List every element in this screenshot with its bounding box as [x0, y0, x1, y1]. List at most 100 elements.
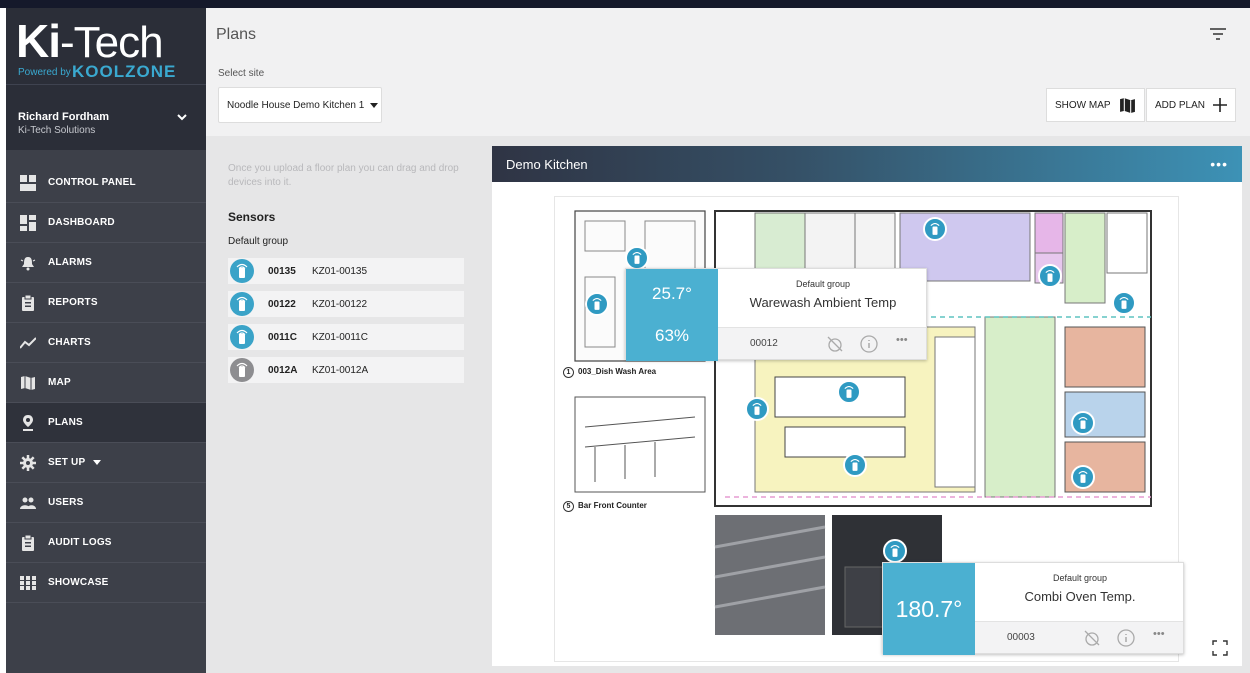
- sidebar-item-plans[interactable]: PLANS: [6, 403, 206, 443]
- sidebar-nav: CONTROL PANEL DASHBOARD ALARMS REPORTS C…: [6, 163, 206, 603]
- sidebar-item-label: SET UP: [48, 457, 86, 468]
- plan-main: Demo Kitchen ••• 1 003_Dish Wash Area 5 …: [478, 136, 1250, 673]
- sensor-pin[interactable]: [1071, 465, 1095, 489]
- page-title: Plans: [216, 26, 257, 43]
- chevron-down-icon[interactable]: [176, 111, 188, 123]
- sensor-pin[interactable]: [1038, 264, 1062, 288]
- popup-sensor-name: Warewash Ambient Temp: [749, 295, 897, 310]
- area-label: 5 Bar Front Counter: [563, 501, 647, 512]
- plan-card-header: Demo Kitchen •••: [492, 146, 1242, 182]
- show-map-button[interactable]: SHOW MAP: [1046, 88, 1145, 122]
- popup-group: Default group: [795, 279, 851, 289]
- popup-sensor-name: Combi Oven Temp.: [1024, 589, 1136, 604]
- sidebar-item-users[interactable]: USERS: [6, 483, 206, 523]
- sidebar-item-label: USERS: [48, 497, 84, 508]
- sensor-icon: [230, 259, 254, 283]
- sidebar-item-alarms[interactable]: ALARMS: [6, 243, 206, 283]
- popup-humidity: 63%: [654, 326, 690, 345]
- sensor-panel: Once you upload a floor plan you can dra…: [206, 136, 478, 673]
- alarm-off-icon[interactable]: [826, 335, 844, 353]
- sidebar-item-label: ALARMS: [48, 257, 92, 268]
- more-options-icon[interactable]: •••: [1210, 156, 1228, 172]
- site-select-label: Select site: [218, 68, 265, 79]
- sensor-icon: [230, 325, 254, 349]
- sidebar-item-dashboard[interactable]: DASHBOARD: [6, 203, 206, 243]
- sidebar-item-charts[interactable]: CHARTS: [6, 323, 206, 363]
- sensor-offline-icon: [230, 358, 254, 382]
- sensor-pin[interactable]: [837, 380, 861, 404]
- more-options-icon[interactable]: •••: [896, 334, 908, 346]
- sensor-row[interactable]: 0012A KZ01-0012A: [228, 357, 464, 383]
- fullscreen-icon[interactable]: [1212, 640, 1228, 656]
- upload-hint: Once you upload a floor plan you can dra…: [228, 163, 459, 188]
- logo-light-text: -Tech: [60, 18, 164, 67]
- caret-down-icon: [93, 460, 102, 465]
- sidebar-item-map[interactable]: MAP: [6, 363, 206, 403]
- control-panel-icon: [20, 174, 36, 191]
- clipboard-icon: [22, 534, 34, 551]
- sidebar-item-label: MAP: [48, 377, 71, 388]
- map-icon: [1119, 97, 1135, 113]
- filter-icon[interactable]: [1208, 26, 1228, 42]
- sensor-pin[interactable]: [585, 292, 609, 316]
- sensor-pin[interactable]: [625, 246, 649, 270]
- info-icon[interactable]: [860, 335, 878, 353]
- clipboard-icon: [22, 294, 34, 311]
- popup-temperature: 180.7°: [883, 563, 975, 655]
- add-plan-button[interactable]: ADD PLAN: [1146, 88, 1237, 122]
- plan-card: Demo Kitchen ••• 1 003_Dish Wash Area 5 …: [492, 146, 1242, 666]
- grid-icon: [20, 575, 36, 590]
- logo: Ki-Tech Powered by KOOLZONE: [6, 8, 206, 84]
- user-company: Ki-Tech Solutions: [18, 125, 96, 136]
- sensor-pin[interactable]: [1112, 291, 1136, 315]
- popup-temperature: 25.7°: [652, 284, 692, 303]
- popup-sensor-id: 00012: [750, 338, 778, 349]
- dashboard-icon: [20, 214, 36, 231]
- plan-title: Demo Kitchen: [506, 156, 588, 172]
- sidebar-item-label: CONTROL PANEL: [48, 177, 136, 188]
- sensor-row[interactable]: 0011C KZ01-0011C: [228, 324, 464, 350]
- sidebar-item-audit-logs[interactable]: AUDIT LOGS: [6, 523, 206, 563]
- sensor-id: 00122: [268, 298, 296, 310]
- sensor-id: 0012A: [268, 364, 298, 376]
- sidebar-item-control-panel[interactable]: CONTROL PANEL: [6, 163, 206, 203]
- sensor-popup[interactable]: 180.7° Default group Combi Oven Temp. 00…: [882, 562, 1184, 655]
- sensor-pin[interactable]: [883, 539, 907, 563]
- sensor-pin[interactable]: [745, 397, 769, 421]
- line-chart-icon: [20, 336, 36, 349]
- bell-icon: [20, 256, 36, 270]
- sensor-pin[interactable]: [923, 217, 947, 241]
- location-pin-icon: [23, 414, 33, 431]
- sensor-row[interactable]: 00122 KZ01-00122: [228, 291, 464, 317]
- sensor-row[interactable]: 00135 KZ01-00135: [228, 258, 464, 284]
- group-label: Default group: [228, 236, 289, 247]
- sensor-popup[interactable]: 25.7° 63% Default group Warewash Ambient…: [625, 268, 927, 361]
- popup-group: Default group: [1052, 573, 1108, 583]
- sensor-pin[interactable]: [1071, 411, 1095, 435]
- powered-by-text: Powered by: [18, 67, 71, 78]
- alarm-off-icon[interactable]: [1083, 629, 1101, 647]
- add-plan-label: ADD PLAN: [1155, 99, 1206, 111]
- map-icon: [21, 375, 35, 390]
- sidebar-item-setup[interactable]: SET UP: [6, 443, 206, 483]
- site-select[interactable]: Noodle House Demo Kitchen 1: [218, 87, 382, 123]
- sensor-icon: [230, 292, 254, 316]
- sensor-pin[interactable]: [843, 453, 867, 477]
- info-icon[interactable]: [1117, 629, 1135, 647]
- page-header: Plans Select site Noodle House Demo Kitc…: [206, 8, 1250, 136]
- sidebar-item-label: DASHBOARD: [48, 217, 115, 228]
- logo-bold-text: Ki: [16, 15, 61, 67]
- user-menu[interactable]: Richard Fordham Ki-Tech Solutions: [6, 84, 206, 150]
- sidebar-item-showcase[interactable]: SHOWCASE: [6, 563, 206, 603]
- popup-footer: 00012 •••: [718, 327, 926, 359]
- user-name: Richard Fordham: [18, 111, 110, 123]
- sensor-name: KZ01-00135: [312, 265, 368, 277]
- top-strip: [0, 0, 1250, 8]
- plus-icon: [1213, 98, 1228, 112]
- sidebar-item-reports[interactable]: REPORTS: [6, 283, 206, 323]
- show-map-label: SHOW MAP: [1055, 99, 1111, 111]
- more-options-icon[interactable]: •••: [1153, 628, 1165, 640]
- popup-value-panel: 25.7° 63%: [626, 269, 718, 361]
- sidebar-item-label: REPORTS: [48, 297, 98, 308]
- gear-icon: [20, 454, 36, 471]
